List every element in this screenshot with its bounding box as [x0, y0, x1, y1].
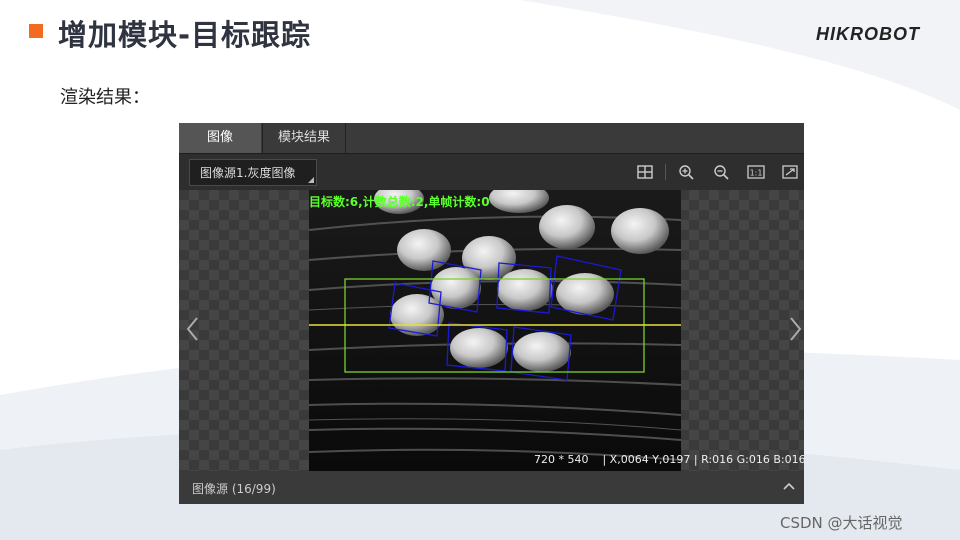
egg-conveyor-image — [309, 190, 681, 471]
slide-title: 增加模块-目标跟踪 — [58, 18, 312, 52]
brand-logo: HIKROBOT — [816, 24, 920, 44]
image-source-select[interactable]: 图像源1.灰度图像 — [189, 159, 317, 186]
bottom-panel-label: 图像源 (16/99) — [192, 482, 276, 496]
pixel-status-readout: 720 * 540 | X,0064 Y,0197 | R:016 G:016 … — [534, 453, 804, 466]
tracking-overlay-text: 目标数:6,计数总数:2,单帧计数:0 — [309, 195, 490, 209]
csdn-watermark: CSDN @大话视觉 — [780, 514, 903, 532]
actual-size-icon[interactable]: 1:1 — [745, 162, 767, 182]
zoom-out-icon[interactable] — [710, 162, 732, 182]
grid-icon[interactable] — [634, 162, 656, 182]
image-source-select-value: 图像源1.灰度图像 — [200, 166, 296, 180]
toolbar-divider — [665, 164, 666, 180]
software-window: 图像 模块结果 图像源1.灰度图像 1:1 目标数:6,计数总数:2,单帧计数:… — [179, 123, 804, 504]
tab-bar: 图像 模块结果 — [179, 123, 804, 154]
pixel-coordinates: | X,0064 Y,0197 | R:016 G:016 B:016 — [602, 453, 804, 466]
next-image-arrow-icon[interactable] — [787, 315, 803, 343]
tab-module-results[interactable]: 模块结果 — [262, 123, 346, 153]
title-marker — [29, 24, 43, 38]
image-toolbar: 图像源1.灰度图像 1:1 — [179, 154, 804, 190]
slide-subtitle: 渲染结果： — [60, 87, 150, 108]
previous-image-arrow-icon[interactable] — [185, 315, 201, 343]
zoom-in-icon[interactable] — [675, 162, 697, 182]
fit-window-icon[interactable] — [779, 162, 801, 182]
select-caret-icon — [308, 177, 314, 183]
tab-image[interactable]: 图像 — [179, 123, 261, 153]
image-viewport[interactable]: 目标数:6,计数总数:2,单帧计数:0 720 * 540 | X,0064 Y… — [179, 190, 804, 471]
chevron-up-icon[interactable] — [782, 479, 796, 493]
bottom-panel: 图像源 (16/99) — [179, 471, 804, 504]
camera-image — [309, 190, 681, 471]
svg-text:1:1: 1:1 — [750, 169, 763, 178]
image-resolution: 720 * 540 — [534, 453, 589, 466]
